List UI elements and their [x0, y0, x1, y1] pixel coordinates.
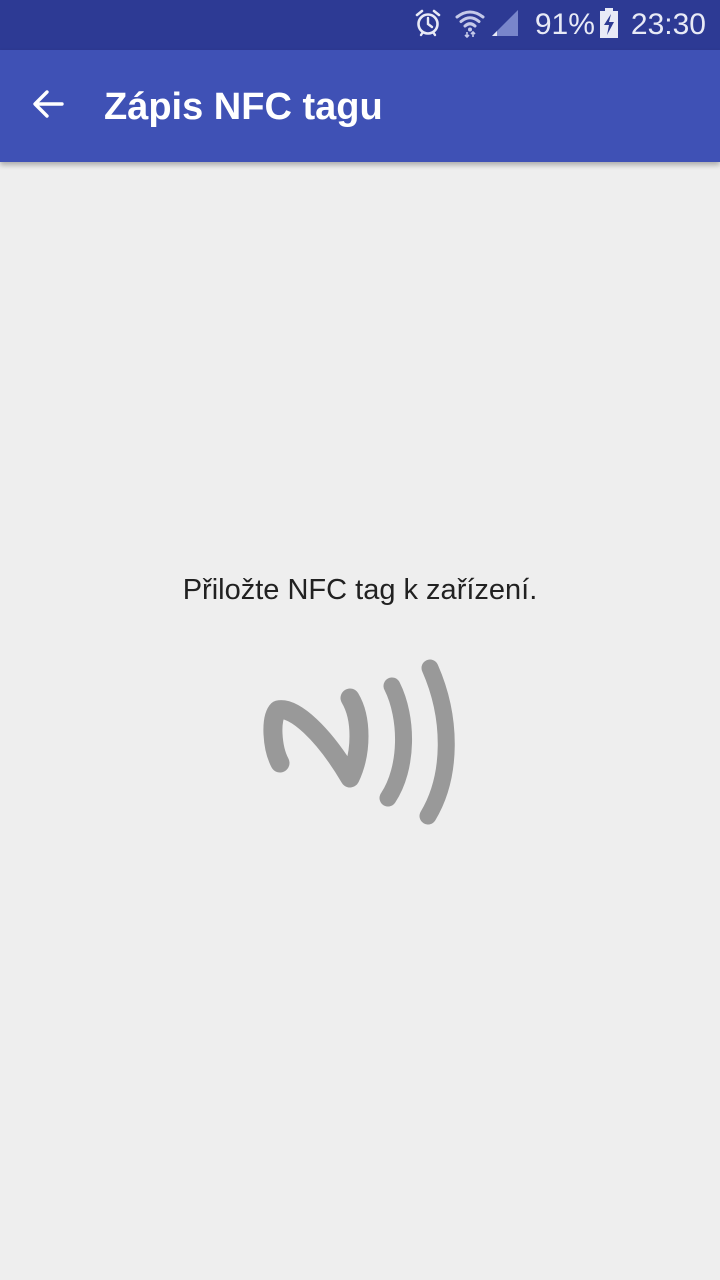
arrow-back-icon	[30, 86, 66, 126]
main-content: Přiložte NFC tag k zařízení.	[0, 162, 720, 1280]
signal-icon	[491, 9, 519, 41]
instruction-text: Přiložte NFC tag k zařízení.	[182, 574, 538, 606]
nfc-icon	[258, 658, 464, 830]
wifi-icon	[455, 8, 485, 42]
alarm-icon	[415, 9, 441, 41]
battery-percent: 91%	[534, 8, 595, 41]
back-button[interactable]	[20, 78, 76, 134]
status-icons: 91% 23:30	[415, 0, 706, 50]
status-bar: 91% 23:30	[0, 0, 720, 50]
page-title: Zápis NFC tagu	[104, 86, 383, 128]
battery-charging-icon	[599, 8, 619, 42]
app-bar: Zápis NFC tagu	[0, 50, 720, 162]
clock: 23:30	[630, 8, 706, 41]
